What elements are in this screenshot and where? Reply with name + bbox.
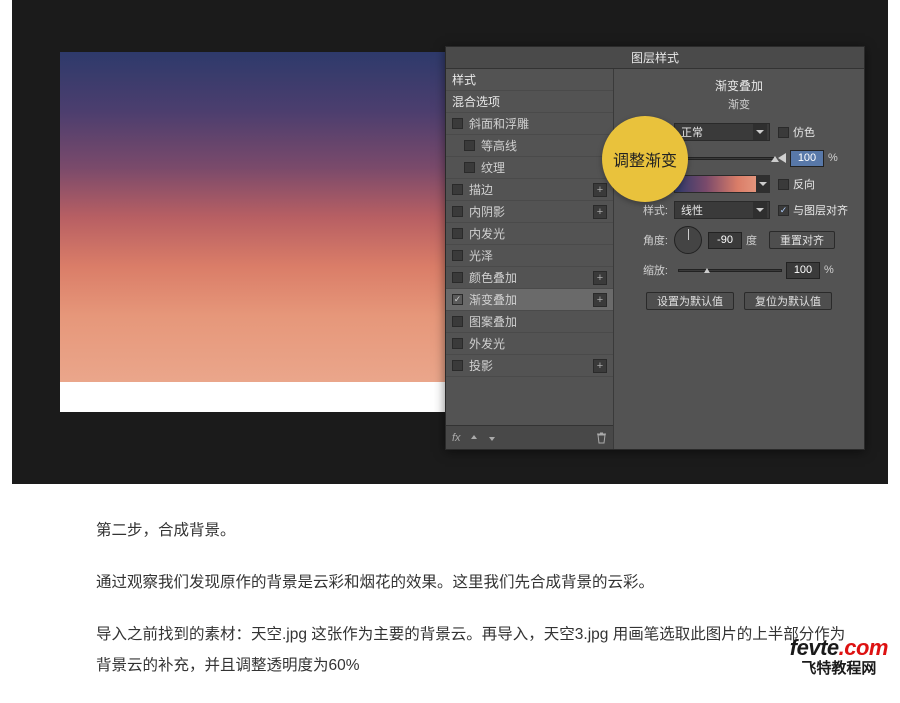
effect-label: 图案叠加 — [469, 313, 607, 330]
paragraph: 导入之前找到的素材：天空.jpg 这张作为主要的背景云。再导入，天空3.jpg … — [96, 620, 860, 680]
effect-drop-shadow[interactable]: 投影 + — [446, 355, 613, 377]
arrow-up-icon[interactable] — [469, 433, 479, 443]
opacity-input[interactable]: 100 — [790, 150, 824, 167]
effect-check[interactable] — [452, 206, 463, 217]
reverse-checkbox[interactable] — [778, 179, 789, 190]
effect-label: 内发光 — [469, 225, 607, 242]
angle-unit: 度 — [746, 232, 757, 248]
effect-check[interactable] — [452, 228, 463, 239]
blend-mode-select[interactable]: 正常 — [674, 123, 770, 141]
effect-inner-shadow[interactable]: 内阴影 + — [446, 201, 613, 223]
styles-header-label: 样式 — [452, 71, 476, 88]
effect-label: 纹理 — [481, 159, 607, 176]
reverse-label: 反向 — [793, 176, 815, 192]
effect-color-overlay[interactable]: 颜色叠加 + — [446, 267, 613, 289]
paragraph: 第二步，合成背景。 — [96, 516, 860, 546]
reset-align-button[interactable]: 重置对齐 — [769, 231, 835, 249]
watermark: fevte.com 飞特教程网 — [790, 636, 888, 677]
effect-bevel[interactable]: 斜面和浮雕 — [446, 113, 613, 135]
effect-label: 颜色叠加 — [469, 269, 593, 286]
style-value: 线性 — [681, 202, 703, 218]
effect-contour[interactable]: 等高线 — [446, 135, 613, 157]
effect-stroke[interactable]: 描边 + — [446, 179, 613, 201]
dither-label: 仿色 — [793, 124, 815, 140]
blending-options-label: 混合选项 — [452, 93, 500, 110]
effect-label: 渐变叠加 — [469, 291, 593, 308]
dither-checkbox[interactable] — [778, 127, 789, 138]
align-checkbox[interactable] — [778, 205, 789, 216]
effects-footer: fx — [446, 425, 613, 449]
effect-check[interactable] — [452, 360, 463, 371]
effect-label: 斜面和浮雕 — [469, 115, 607, 132]
article-text: 第二步，合成背景。 通过观察我们发现原作的背景是云彩和烟花的效果。这里我们先合成… — [96, 516, 860, 703]
effect-label: 内阴影 — [469, 203, 593, 220]
effect-label: 外发光 — [469, 335, 607, 352]
effect-gradient-overlay[interactable]: ✓ 渐变叠加 + — [446, 289, 613, 311]
watermark-brand: fevte — [790, 635, 839, 660]
arrow-down-icon[interactable] — [487, 433, 497, 443]
effect-check[interactable] — [464, 162, 475, 173]
add-effect-icon[interactable]: + — [593, 205, 607, 219]
effect-check[interactable] — [452, 184, 463, 195]
effect-label: 描边 — [469, 181, 593, 198]
dialog-title[interactable]: 图层样式 — [446, 47, 864, 69]
blend-mode-value: 正常 — [681, 124, 703, 140]
screenshot-container: 图层样式 样式 混合选项 斜面和浮雕 等高线 — [12, 0, 888, 484]
opacity-slider[interactable] — [678, 157, 774, 160]
effect-check[interactable] — [452, 316, 463, 327]
gradient-background — [60, 52, 480, 382]
canvas-preview — [60, 52, 480, 412]
percent-label: % — [828, 152, 838, 164]
slider-thumb[interactable] — [704, 268, 710, 273]
effects-sidebar: 样式 混合选项 斜面和浮雕 等高线 纹理 — [446, 69, 614, 449]
panel-subtitle: 渐变 — [624, 96, 854, 112]
style-label: 样式: — [624, 202, 668, 218]
paragraph: 通过观察我们发现原作的背景是云彩和烟花的效果。这里我们先合成背景的云彩。 — [96, 568, 860, 598]
watermark-domain: .com — [839, 635, 888, 660]
panel-title: 渐变叠加 — [624, 77, 854, 94]
effect-inner-glow[interactable]: 内发光 — [446, 223, 613, 245]
scale-input[interactable]: 100 — [786, 262, 820, 279]
effect-label: 光泽 — [469, 247, 607, 264]
effect-check[interactable] — [464, 140, 475, 151]
reset-default-button[interactable]: 复位为默认值 — [744, 292, 832, 310]
add-effect-icon[interactable]: + — [593, 293, 607, 307]
angle-label: 角度: — [624, 232, 668, 248]
layer-style-dialog: 图层样式 样式 混合选项 斜面和浮雕 等高线 — [445, 46, 865, 450]
styles-header[interactable]: 样式 — [446, 69, 613, 91]
effect-outer-glow[interactable]: 外发光 — [446, 333, 613, 355]
effect-check[interactable] — [452, 338, 463, 349]
chevron-down-icon — [753, 202, 767, 218]
angle-dial[interactable] — [674, 226, 702, 254]
slider-thumb[interactable] — [771, 156, 779, 162]
chevron-down-icon — [753, 124, 767, 140]
effect-satin[interactable]: 光泽 — [446, 245, 613, 267]
fx-icon[interactable]: fx — [452, 432, 461, 444]
gradient-picker[interactable] — [674, 175, 770, 193]
align-label: 与图层对齐 — [793, 202, 848, 218]
percent-label: % — [824, 264, 834, 276]
effect-pattern-overlay[interactable]: 图案叠加 — [446, 311, 613, 333]
effect-check[interactable]: ✓ — [452, 294, 463, 305]
chevron-down-icon — [756, 175, 770, 193]
effect-check[interactable] — [452, 118, 463, 129]
scale-slider[interactable] — [678, 269, 782, 272]
add-effect-icon[interactable]: + — [593, 183, 607, 197]
watermark-cn: 飞特教程网 — [790, 661, 888, 678]
effect-label: 投影 — [469, 357, 593, 374]
make-default-button[interactable]: 设置为默认值 — [646, 292, 734, 310]
add-effect-icon[interactable]: + — [593, 359, 607, 373]
effect-texture[interactable]: 纹理 — [446, 157, 613, 179]
style-select[interactable]: 线性 — [674, 201, 770, 219]
triangle-icon — [778, 153, 786, 163]
trash-icon[interactable] — [596, 432, 607, 444]
add-effect-icon[interactable]: + — [593, 271, 607, 285]
effect-check[interactable] — [452, 272, 463, 283]
effect-label: 等高线 — [481, 137, 607, 154]
callout-badge: 调整渐变 — [602, 116, 688, 202]
scale-label: 缩放: — [624, 262, 668, 278]
angle-input[interactable]: -90 — [708, 232, 742, 249]
blending-options[interactable]: 混合选项 — [446, 91, 613, 113]
effect-check[interactable] — [452, 250, 463, 261]
